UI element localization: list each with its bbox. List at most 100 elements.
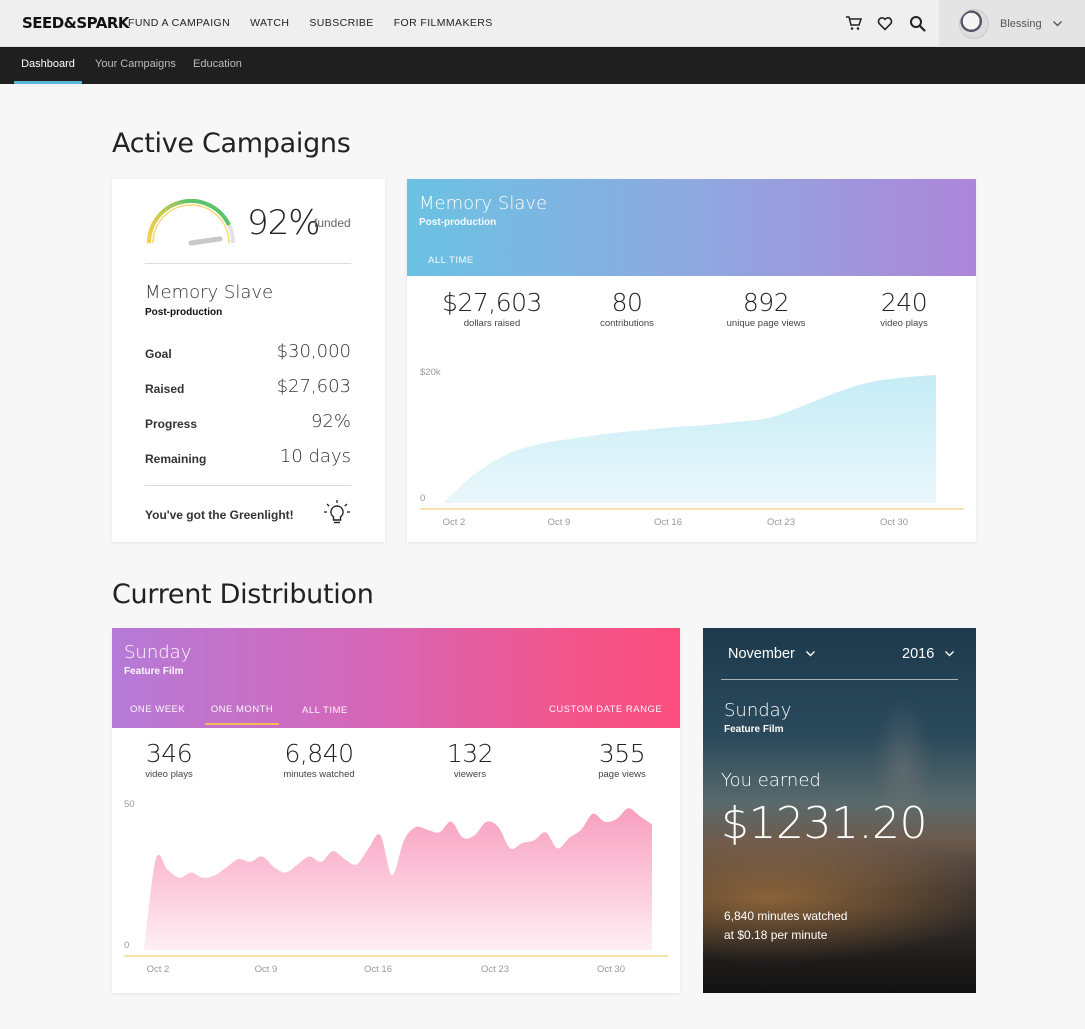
y-tick-label: $20k (420, 367, 441, 378)
nav-fund-a-campaign[interactable]: FUND A CAMPAIGN (128, 17, 230, 29)
metric-value: 355 (598, 739, 646, 768)
main-nav: FUND A CAMPAIGN WATCH SUBSCRIBE FOR FILM… (128, 17, 513, 29)
metric-value: $27,603 (442, 288, 542, 317)
distribution-stage: Feature Film (124, 666, 184, 677)
metric-value: 132 (446, 739, 494, 768)
x-tick-label: Oct 16 (364, 964, 392, 975)
tab-all-time[interactable]: ALL TIME (302, 705, 348, 716)
campaign-detail-title: Memory Slave (419, 193, 548, 214)
month-select[interactable]: November (728, 646, 816, 662)
chevron-down-icon (945, 651, 955, 657)
stat-value: $27,603 (276, 376, 351, 397)
nav-subscribe[interactable]: SUBSCRIBE (309, 17, 373, 29)
divider (145, 263, 351, 264)
x-tick-label: Oct 2 (147, 964, 170, 975)
funding-area-chart: $20k 0 Oct 2 Oct 9 Oct 16 Oct 23 Oct 30 (420, 367, 964, 528)
year-select[interactable]: 2016 (902, 646, 955, 662)
x-tick-label: Oct 9 (255, 964, 278, 975)
distribution-detail-card: Sunday Feature Film ONE WEEK ONE MONTH A… (112, 628, 680, 993)
x-tick-label: Oct 23 (481, 964, 509, 975)
metric-video-plays: 240 video plays (839, 288, 969, 329)
metric-value: 346 (145, 739, 193, 768)
tab-one-week[interactable]: ONE WEEK (130, 704, 185, 715)
earnings-card: November 2016 Sunday Feature Film You ea… (703, 628, 976, 993)
custom-date-range-button[interactable]: CUSTOM DATE RANGE (549, 704, 662, 715)
x-tick-label: Oct 23 (767, 517, 795, 528)
year-value: 2016 (902, 646, 935, 662)
funded-percent: 92% (247, 203, 321, 243)
campaign-detail-header: Memory Slave Post-production ALL TIME (407, 179, 976, 276)
x-tick-label: Oct 2 (443, 517, 466, 528)
y-tick-label: 0 (420, 493, 425, 504)
earned-label: You earned (721, 770, 821, 791)
metric-viewers: 132 viewers (405, 739, 535, 780)
metric-minutes-watched: 6,840 minutes watched (254, 739, 384, 780)
metric-unique-page-views: 892 unique page views (701, 288, 831, 329)
funded-label: funded (314, 216, 351, 230)
earnings-title: Sunday (724, 700, 792, 721)
earnings-note-line: 6,840 minutes watched (724, 909, 848, 923)
stat-remaining: Remaining 10 days (145, 446, 351, 470)
divider (145, 485, 351, 486)
earnings-note: 6,840 minutes watched at $0.18 per minut… (724, 907, 847, 945)
metric-label: viewers (453, 769, 487, 780)
avatar (959, 9, 989, 39)
metric-label: contributions (600, 318, 654, 329)
month-value: November (728, 646, 795, 662)
campaign-summary-card: 92% funded Memory Slave Post-production … (112, 179, 385, 542)
stat-raised: Raised $27,603 (145, 376, 351, 400)
viewing-area-chart: 50 0 Oct 2 Oct 9 Oct 16 Oct 23 Oct 30 (124, 799, 668, 975)
stat-value: 10 days (279, 446, 351, 467)
stat-value: 92% (310, 411, 351, 432)
x-tick-label: Oct 30 (597, 964, 625, 975)
y-tick-label: 50 (124, 799, 135, 810)
campaign-detail-card: Memory Slave Post-production ALL TIME $2… (407, 179, 976, 542)
tab-your-campaigns[interactable]: Your Campaigns (95, 47, 176, 84)
tab-all-time[interactable]: ALL TIME (428, 255, 474, 266)
nav-watch[interactable]: WATCH (250, 17, 289, 29)
cart-icon[interactable] (843, 12, 863, 34)
metric-dollars-raised: $27,603 dollars raised (427, 288, 557, 329)
metric-label: page views (598, 769, 646, 780)
stat-progress: Progress 92% (145, 411, 351, 435)
distribution-header: Sunday Feature Film ONE WEEK ONE MONTH A… (112, 628, 680, 728)
stat-label: Remaining (145, 452, 207, 466)
top-navbar: SEED&SPARK FUND A CAMPAIGN WATCH SUBSCRI… (0, 0, 1085, 47)
metric-page-views: 355 page views (557, 739, 680, 780)
nav-for-filmmakers[interactable]: FOR FILMMAKERS (394, 17, 493, 29)
seed-and-spark-logo[interactable]: SEED&SPARK (22, 14, 130, 32)
lightbulb-icon (324, 500, 350, 524)
metric-label: unique page views (726, 318, 806, 329)
user-menu[interactable]: Blessing (939, 0, 1085, 47)
x-tick-label: Oct 30 (880, 517, 908, 528)
metric-label: minutes watched (283, 769, 355, 780)
metric-value: 6,840 (284, 739, 354, 768)
stat-goal: Goal $30,000 (145, 341, 351, 365)
campaign-title: Memory Slave (145, 282, 274, 303)
stat-label: Raised (145, 382, 185, 396)
earned-amount: $1231.20 (721, 798, 927, 849)
chevron-down-icon (1052, 16, 1063, 34)
background-glow (703, 828, 976, 968)
divider (721, 679, 958, 680)
metric-label: video plays (145, 769, 193, 780)
tab-one-month[interactable]: ONE MONTH (205, 704, 279, 725)
y-tick-label: 0 (124, 940, 129, 951)
current-distribution-heading: Current Distribution (112, 579, 374, 610)
earnings-stage: Feature Film (724, 724, 784, 735)
metric-value: 240 (880, 288, 928, 317)
sub-navbar: Dashboard Your Campaigns Education (0, 47, 1085, 84)
distribution-title: Sunday (124, 642, 192, 663)
metric-label: video plays (880, 318, 928, 329)
heart-icon[interactable] (875, 12, 895, 34)
campaign-stage: Post-production (145, 307, 223, 318)
user-name: Blessing (1000, 18, 1042, 30)
tab-dashboard[interactable]: Dashboard (14, 47, 82, 84)
search-icon[interactable] (907, 12, 927, 34)
x-tick-label: Oct 9 (548, 517, 571, 528)
chart-area-series (443, 375, 936, 503)
funding-gauge (146, 199, 235, 246)
tab-education[interactable]: Education (193, 47, 242, 84)
metric-value: 892 (742, 288, 790, 317)
stat-label: Progress (145, 417, 198, 431)
